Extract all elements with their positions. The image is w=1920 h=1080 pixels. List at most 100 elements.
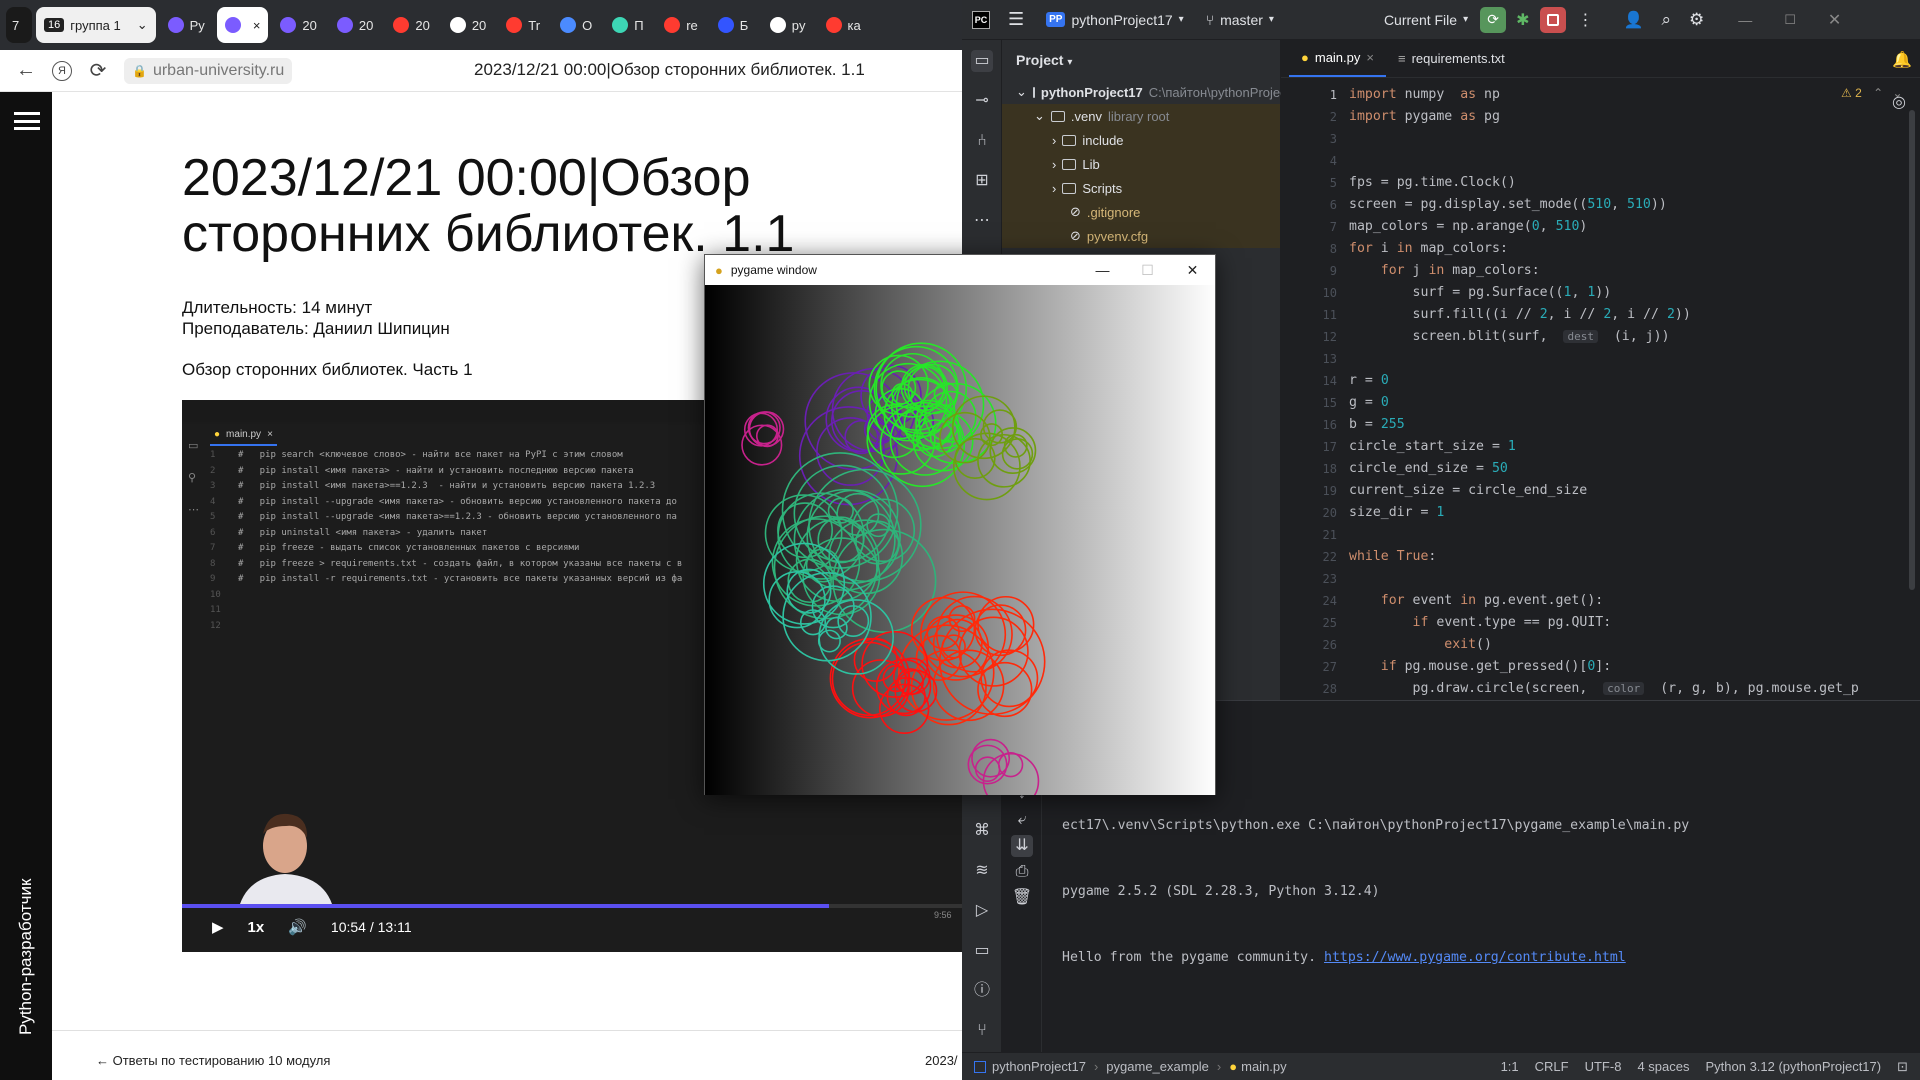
more-actions-icon[interactable]: ⋮ bbox=[1578, 10, 1594, 30]
lock-icon[interactable]: ⊡ bbox=[1897, 1059, 1908, 1075]
indent-setting[interactable]: 4 spaces bbox=[1637, 1059, 1689, 1074]
code-content[interactable]: import numpy as np import pygame as pg fps… bbox=[1349, 84, 1859, 700]
services-icon[interactable]: ▷ bbox=[971, 900, 993, 922]
trash-icon[interactable]: 🗑 bbox=[1011, 887, 1033, 909]
browser-tab[interactable]: py bbox=[762, 7, 814, 43]
browser-tab[interactable]: 20 bbox=[442, 7, 494, 43]
volume-icon[interactable]: 🔊 bbox=[288, 918, 307, 936]
back-arrow-icon[interactable]: ← bbox=[14, 59, 38, 83]
video-code-line: 9 # pip install -r requirements.txt - уст… bbox=[210, 572, 682, 588]
browser-tab[interactable]: 20 bbox=[385, 7, 437, 43]
browser-tab[interactable]: 20 bbox=[272, 7, 324, 43]
file-encoding[interactable]: UTF-8 bbox=[1585, 1059, 1622, 1074]
stop-icon[interactable] bbox=[1539, 6, 1566, 33]
scroll-to-end-icon[interactable]: ⇊ bbox=[1011, 835, 1033, 857]
tree-label: pyvenv.cfg bbox=[1086, 228, 1149, 244]
line-number: 19 bbox=[1322, 484, 1337, 498]
run-icon[interactable]: ⟳ bbox=[1480, 6, 1507, 33]
video-code-text: # pip freeze > requirements.txt - создат… bbox=[238, 558, 683, 569]
browser-tab[interactable]: ка bbox=[818, 7, 869, 43]
interpreter[interactable]: Python 3.12 (pythonProject17) bbox=[1705, 1059, 1881, 1074]
maximize-icon[interactable]: ☐ bbox=[1784, 12, 1796, 28]
browser-tab[interactable]: 20 bbox=[329, 7, 381, 43]
browser-tab[interactable]: re bbox=[656, 7, 706, 43]
maximize-icon[interactable]: ☐ bbox=[1125, 255, 1170, 285]
project-switcher[interactable]: PP pythonProject17 ▾ bbox=[1046, 12, 1184, 28]
vcs-branch[interactable]: ⑂ master ▾ bbox=[1206, 12, 1274, 28]
play-icon[interactable]: ▶ bbox=[212, 918, 224, 936]
tree-node[interactable]: › include bbox=[1002, 128, 1280, 152]
python-console-icon[interactable]: ⌘ bbox=[971, 820, 993, 842]
editor-scrollbar[interactable] bbox=[1909, 110, 1915, 590]
project-folder-icon[interactable]: ▭ bbox=[971, 50, 993, 72]
yandex-logo-icon[interactable]: Я bbox=[52, 60, 72, 81]
code-line: import numpy as np bbox=[1349, 87, 1500, 102]
tab-label: ка bbox=[847, 17, 861, 33]
breadcrumb-folder[interactable]: pygame_example bbox=[1106, 1059, 1209, 1074]
ide-title-bar: PC ☰ PP pythonProject17 ▾ ⑂ master ▾ Cur… bbox=[962, 0, 1920, 40]
browser-tab[interactable]: Py bbox=[160, 7, 213, 43]
editor-tab-label: main.py bbox=[1314, 49, 1361, 65]
speed-button[interactable]: 1x bbox=[248, 919, 265, 936]
minimize-icon[interactable]: — bbox=[1080, 255, 1125, 285]
add-user-icon[interactable]: 👤 bbox=[1624, 10, 1644, 30]
editor-tab[interactable]: ≡ requirements.txt bbox=[1386, 39, 1517, 77]
search-icon[interactable]: ⌕ bbox=[1661, 10, 1671, 30]
minimize-icon[interactable]: — bbox=[1738, 12, 1752, 28]
pygame-contribute-link[interactable]: https://www.pygame.org/contribute.html bbox=[1324, 950, 1626, 965]
next-lesson-link[interactable]: 2023/ bbox=[925, 1053, 958, 1068]
close-tab-icon[interactable]: × bbox=[253, 18, 261, 33]
browser-tab[interactable]: Б bbox=[710, 7, 758, 43]
print-icon[interactable]: ⎙ bbox=[1011, 861, 1033, 883]
pull-requests-icon[interactable]: ⑃ bbox=[971, 130, 993, 152]
breadcrumb-project[interactable]: pythonProject17 bbox=[992, 1059, 1086, 1074]
commit-icon[interactable]: ⊸ bbox=[971, 90, 993, 112]
close-tab-icon[interactable]: × bbox=[1366, 50, 1374, 65]
python-packages-icon[interactable]: ≋ bbox=[971, 860, 993, 882]
tree-node[interactable]: › Scripts bbox=[1002, 176, 1280, 200]
video-progress-fill bbox=[182, 904, 830, 908]
video-code-text: # pip install --upgrade <имя пакета>==1.… bbox=[238, 512, 677, 522]
browser-tab[interactable]: 16 группа 1 ⌄ bbox=[36, 7, 156, 43]
tree-node[interactable]: ⊘ pyvenv.cfg bbox=[1002, 224, 1280, 248]
tree-node[interactable]: ⌄ pythonProject17 C:\пайтон\pythonProject bbox=[1002, 80, 1290, 104]
git-icon[interactable]: ⑂ bbox=[971, 1020, 993, 1042]
breadcrumb-file[interactable]: main.py bbox=[1241, 1059, 1287, 1074]
branch-icon: ⑂ bbox=[1205, 11, 1215, 28]
browser-tab[interactable]: П bbox=[604, 7, 652, 43]
browser-tab[interactable]: × bbox=[216, 7, 269, 43]
structure-icon[interactable]: ⊞ bbox=[971, 170, 993, 192]
tab-group-count: 16 bbox=[44, 18, 65, 32]
refresh-icon[interactable]: ⟳ bbox=[86, 59, 110, 83]
browser-tab[interactable]: O bbox=[552, 7, 600, 43]
tree-node[interactable]: ⊘ .gitignore bbox=[1002, 200, 1280, 224]
video-progress-bar[interactable] bbox=[182, 904, 962, 908]
url-field[interactable]: 🔒 urban-university.ru bbox=[124, 57, 293, 84]
soft-wrap-icon[interactable]: ⤶ bbox=[1011, 809, 1033, 831]
caret-position[interactable]: 1:1 bbox=[1501, 1059, 1519, 1074]
close-window-icon[interactable]: ✕ bbox=[1828, 10, 1841, 30]
previous-lesson-link[interactable]: ← Ответы по тестированию 10 модуля bbox=[96, 1053, 330, 1068]
terminal-icon[interactable]: ▭ bbox=[971, 940, 993, 962]
video-line-number: 12 bbox=[210, 620, 221, 631]
line-separator[interactable]: CRLF bbox=[1535, 1059, 1569, 1074]
more-tools-icon[interactable]: ⋯ bbox=[971, 210, 993, 232]
problems-icon[interactable]: ⓘ bbox=[971, 980, 993, 1002]
editor-tab[interactable]: ● main.py × bbox=[1289, 39, 1386, 77]
tree-node[interactable]: › Lib bbox=[1002, 152, 1280, 176]
tree-node[interactable]: ⌄ .venv library root bbox=[1002, 104, 1280, 128]
debug-icon[interactable]: ✱ bbox=[1516, 10, 1529, 30]
close-icon[interactable]: ✕ bbox=[1170, 255, 1215, 285]
settings-gear-icon[interactable]: ⚙ bbox=[1689, 10, 1704, 30]
browser-tab[interactable]: Tr bbox=[498, 7, 548, 43]
project-panel-header[interactable]: Project ▾ bbox=[1016, 52, 1072, 68]
run-config-selector[interactable]: Current File ▾ bbox=[1384, 12, 1468, 28]
code-line: fps = pg.time.Clock() bbox=[1349, 175, 1516, 190]
browser-tab[interactable]: 7 bbox=[6, 7, 32, 43]
pygame-canvas[interactable] bbox=[705, 285, 1215, 795]
notifications-bell-icon[interactable]: 🔔 bbox=[1892, 50, 1912, 70]
chevron-down-icon[interactable]: ⌄ bbox=[137, 17, 148, 33]
hamburger-menu-icon[interactable] bbox=[14, 112, 40, 130]
ai-assistant-icon[interactable]: ◎ bbox=[1892, 92, 1906, 112]
main-menu-icon[interactable]: ☰ bbox=[1008, 9, 1024, 30]
